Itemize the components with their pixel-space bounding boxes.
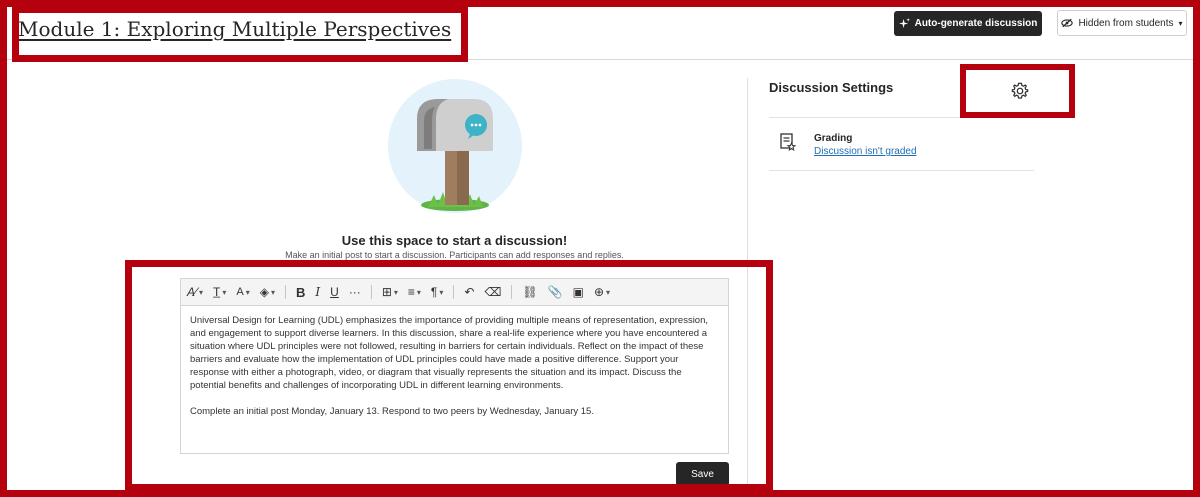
sparkle-icon bbox=[898, 18, 910, 29]
undo-icon: ↶ bbox=[464, 285, 475, 299]
toolbar-separator bbox=[370, 285, 372, 299]
link-icon: ⛓ bbox=[522, 285, 538, 299]
insert-image-button[interactable]: ▣ bbox=[573, 285, 584, 299]
text-style-icon: A⁄ bbox=[187, 285, 198, 299]
discussion-settings-title: Discussion Settings bbox=[769, 80, 894, 95]
auto-generate-discussion-button[interactable]: Auto-generate discussion bbox=[894, 11, 1042, 36]
toolbar-separator bbox=[453, 285, 455, 299]
visibility-dropdown[interactable]: Hidden from students ▾ bbox=[1057, 10, 1187, 36]
editor-content[interactable]: Universal Design for Learning (UDL) emph… bbox=[190, 314, 720, 431]
align-tool[interactable]: ≡ ▾ bbox=[408, 285, 421, 299]
settings-divider bbox=[769, 117, 1034, 118]
paint-bucket-icon: ◈ bbox=[259, 285, 269, 299]
editor-toolbar: A⁄ ▾ T̲ ▾ A ▾ ◈ ▾ B I U ··· ⊞ ▾ ≡ ▾ ¶ ▾ ↶ ⌫ ⛓ 📎… bbox=[181, 279, 728, 306]
grading-status-link[interactable]: Discussion isn't graded bbox=[814, 146, 917, 157]
eraser-icon: ⌫ bbox=[484, 285, 502, 299]
mailbox-illustration bbox=[388, 79, 522, 213]
grading-label: Grading bbox=[814, 133, 853, 144]
prompt-paragraph: Universal Design for Learning (UDL) emph… bbox=[190, 315, 709, 391]
font-size-tool[interactable]: A ▾ bbox=[236, 286, 249, 298]
attach-file-button[interactable]: 📎 bbox=[548, 285, 563, 299]
paragraph-icon: ¶ bbox=[430, 285, 438, 299]
bold-button[interactable]: B bbox=[296, 285, 305, 300]
toolbar-separator bbox=[285, 285, 286, 299]
more-formatting-button[interactable]: ··· bbox=[349, 285, 361, 299]
highlight-tool[interactable]: ◈ ▾ bbox=[260, 285, 275, 299]
save-button[interactable]: Save bbox=[676, 462, 729, 486]
toolbar-separator bbox=[511, 285, 513, 299]
underline-button[interactable]: U bbox=[330, 285, 339, 299]
font-size-icon: A bbox=[236, 286, 244, 298]
caret-down-icon: ▾ bbox=[1178, 18, 1183, 28]
prompt-paragraph: Complete an initial post Monday, January… bbox=[190, 406, 594, 417]
italic-button[interactable]: I bbox=[315, 285, 320, 299]
plus-circle-icon: ⊕ bbox=[593, 285, 605, 299]
table-tool[interactable]: ⊞ ▾ bbox=[382, 285, 398, 299]
paperclip-icon: 📎 bbox=[547, 285, 563, 299]
insert-content-tool[interactable]: ⊕ ▾ bbox=[594, 285, 610, 299]
gear-icon[interactable] bbox=[1011, 82, 1029, 100]
header-divider bbox=[7, 59, 1193, 60]
eye-slash-icon bbox=[1061, 18, 1074, 28]
table-icon: ⊞ bbox=[381, 285, 392, 299]
grading-icon bbox=[780, 133, 796, 151]
settings-divider bbox=[769, 170, 1034, 171]
paragraph-style-tool[interactable]: T̲ ▾ bbox=[213, 285, 226, 299]
heading-style-icon: T̲ bbox=[213, 285, 221, 299]
paragraph-tool[interactable]: ¶ ▾ bbox=[431, 285, 443, 299]
auto-generate-label: Auto-generate discussion bbox=[914, 18, 1038, 29]
empty-state-heading: Use this space to start a discussion! bbox=[341, 233, 568, 248]
discussion-editor[interactable]: A⁄ ▾ T̲ ▾ A ▾ ◈ ▾ B I U ··· ⊞ ▾ ≡ ▾ ¶ ▾ ↶ ⌫ ⛓ 📎… bbox=[180, 278, 729, 454]
empty-state-subheading: Make an initial post to start a discussi… bbox=[285, 250, 624, 260]
align-left-icon: ≡ bbox=[407, 285, 415, 299]
clear-formatting-button[interactable]: ⌫ bbox=[484, 285, 501, 299]
sidebar-divider bbox=[747, 78, 748, 490]
text-style-tool[interactable]: A⁄ ▾ bbox=[187, 285, 203, 299]
undo-button[interactable]: ↶ bbox=[464, 285, 474, 299]
visibility-label: Hidden from students bbox=[1078, 17, 1174, 29]
image-icon: ▣ bbox=[572, 285, 584, 299]
insert-link-button[interactable]: ⛓ bbox=[522, 285, 537, 299]
page-title[interactable]: Module 1: Exploring Multiple Perspective… bbox=[18, 17, 451, 41]
